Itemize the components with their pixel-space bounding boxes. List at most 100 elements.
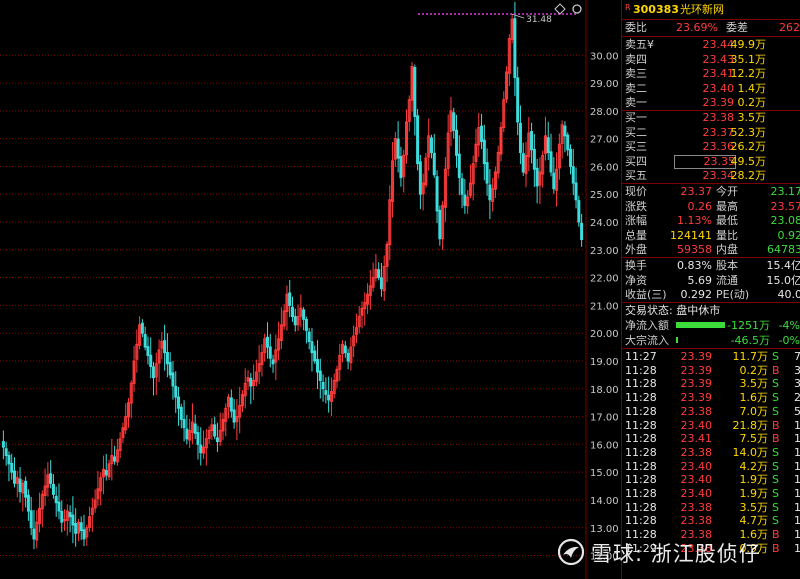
candle-body [196,432,200,445]
asks-volume: 12.2万 [730,67,767,81]
stat2-row: 换手 0.83% 股本 15.4亿 [622,258,800,273]
y-tick-label: 18.00 [590,385,619,396]
trade-status: 交易状态: 盘中休市 [622,303,800,318]
candle-body [74,522,78,534]
bids-volume: 26.2万 [730,140,767,154]
y-tick-label: 30.00 [590,51,619,62]
candle-body [1,441,5,448]
bids-row: 买五 23.34 28.2万 [622,168,800,183]
stat-value: 1.13% [677,214,712,228]
candle-body [232,409,236,423]
diamond-icon[interactable] [554,3,566,15]
gear-icon[interactable] [572,4,582,14]
candle-body [488,184,492,201]
flow-row: 净流入额 -1251万 -4% [622,318,800,333]
asks-row: 卖四 23.43 35.1万 [622,52,800,67]
kline-chart[interactable]: 30.00 29.00 28.00 27.00 26.00 25.00 24.00 23.00… [0,0,620,579]
weibi-row: 委比 23.69% 委差 262 [622,20,800,35]
candle-body [566,134,570,151]
candle-body [343,345,347,354]
asks-label: 卖二 [625,81,647,95]
y-tick-label: 19.00 [590,357,619,368]
code-prefix: R [625,3,631,12]
candle-body [324,390,328,395]
candle-body [185,428,189,440]
candle-body [193,423,197,434]
candle-body [399,156,403,179]
candle-body [179,406,183,420]
candle-body [271,359,275,365]
candle-body [4,448,8,456]
stat2-row: 净资 5.69 流通 15.0亿 [622,273,800,288]
candle-body [18,478,22,493]
candle-body [546,137,550,154]
candle-body [530,131,534,151]
stock-header[interactable]: R 300383 光环新网 [622,2,800,17]
stock-code: 300383 [633,3,679,16]
asks-row: 卖二 23.40 1.4万 [622,81,800,96]
weibi-label: 委比 [625,21,647,34]
candle-body [54,495,58,504]
candle-body [71,514,75,526]
bids-label: 买五 [625,169,647,183]
candle-body [438,209,442,240]
bids-volume: 28.2万 [730,169,767,183]
candle-body [249,377,253,387]
candle-body [574,182,578,201]
stat-label-2: 最高 [716,199,738,213]
bids-label: 买一 [625,111,647,124]
candle-body [310,341,314,354]
candle-body [152,366,156,379]
stat-value: 23.37 [680,185,713,198]
candle-body [460,178,464,195]
tick-side: B [772,541,780,555]
stat-value: 0.26 [687,199,713,213]
candle-body [316,359,320,373]
y-tick-label: 28.00 [590,107,619,118]
weicha-value: 262 [779,21,800,34]
candle-body [199,444,203,454]
y-tick-label: 22.00 [590,274,619,285]
asks-volume: 1.4万 [737,81,767,95]
candle-body [346,352,350,362]
candle-body [113,456,117,462]
tick-count: 1 [794,541,800,555]
quote-side-panel: R 300383 光环新网 委比 23.69% 委差 262 卖五¥ 23.44 4… [621,0,800,579]
stat-row: 现价 23.37 今开 23.17 [622,184,800,199]
candle-body [577,200,581,223]
y-tick-label: 14.00 [590,496,619,507]
candle-body [177,396,181,409]
kline-chart-panel[interactable]: 30.00 29.00 28.00 27.00 26.00 25.00 24.00 23.00… [0,0,620,579]
candle-body [104,470,108,476]
y-tick-label: 13.00 [590,524,619,535]
candle-body [482,139,486,165]
bids-volume: 3.5万 [737,111,767,124]
stock-name: 光环新网 [680,3,724,16]
y-tick-label: 23.00 [590,246,619,257]
bids-volume: 52.3万 [730,125,767,139]
candle-body [213,424,217,437]
candle-body [165,351,169,365]
candle-body [379,277,383,290]
candle-body [168,361,172,376]
candle-body [143,333,147,348]
asks-row: 卖一 23.39 0.2万 [622,95,800,110]
candle-body [304,318,308,331]
asks-label: 卖四 [625,52,647,66]
stat2-label: 换手 [625,259,647,272]
stat2-row: 收益(三) 0.292 PE(动) 40.0 [622,287,800,302]
stat-label-2: 最低 [716,214,738,228]
candle-body [149,354,153,368]
candle-body [432,152,436,176]
candle-body [455,129,459,156]
y-tick-label: 20.00 [590,329,619,340]
candle-body [549,151,553,173]
y-tick-label: 25.00 [590,190,619,201]
candle-body [51,483,55,495]
candle-body [513,18,517,78]
candle-body [463,194,467,206]
y-tick-label: 29.00 [590,79,619,90]
candle-body [24,480,28,498]
bids-row: 买四 23.35 49.5万 [622,154,800,169]
y-tick-label: 17.00 [590,413,619,424]
